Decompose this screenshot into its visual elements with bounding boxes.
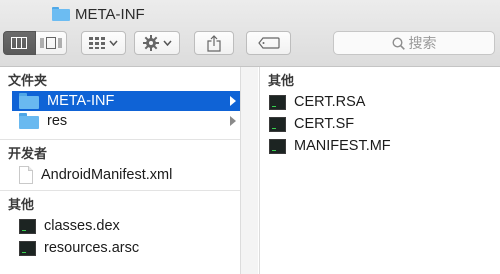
list-item-file[interactable]: classes.dex [0, 215, 240, 237]
item-label: CERT.SF [294, 116, 355, 132]
document-icon [19, 166, 33, 184]
view-mode-control [3, 31, 67, 55]
section-header-other: 其他 [268, 72, 295, 88]
chevron-down-icon [109, 40, 118, 46]
search-placeholder: 搜索 [408, 35, 437, 51]
chevron-down-icon [162, 40, 172, 46]
item-label: res [47, 113, 68, 129]
list-item-folder[interactable]: META-INF [12, 91, 240, 111]
item-label: resources.arsc [44, 240, 140, 256]
columns-view-icon [11, 37, 28, 49]
list-item-file[interactable]: CERT.SF [260, 113, 500, 135]
folder-icon [19, 93, 39, 109]
column-2[interactable]: 其他 CERT.RSA CERT.SF MANIFEST.MF [259, 67, 500, 274]
gear-icon [142, 35, 159, 51]
folder-icon [52, 7, 70, 21]
tag-icon [257, 37, 280, 49]
folder-icon [19, 113, 39, 129]
arrange-button[interactable] [81, 31, 126, 55]
item-label: classes.dex [44, 218, 120, 234]
list-item-folder[interactable]: res [0, 111, 240, 131]
columns-view-button[interactable] [3, 31, 36, 55]
item-label: CERT.RSA [294, 94, 366, 110]
toolbar: META-INF 搜索 [0, 0, 500, 67]
column-divider[interactable] [241, 67, 258, 274]
section-header-developer: 开发者 [0, 139, 240, 164]
section-header-folders: 文件夹 [8, 72, 48, 88]
window-title: META-INF [52, 4, 145, 24]
item-label: AndroidManifest.xml [41, 167, 173, 183]
executable-icon [19, 218, 36, 234]
item-label: MANIFEST.MF [294, 138, 391, 154]
executable-icon [19, 240, 36, 256]
item-label: META-INF [47, 93, 115, 109]
coverflow-view-button[interactable] [35, 31, 67, 55]
column-1[interactable]: 文件夹 META-INF res 开发者 AndroidManifest.xml… [0, 67, 241, 274]
action-button[interactable] [134, 31, 180, 55]
disclosure-arrow-icon [230, 96, 236, 106]
section-header-other: 其他 [0, 190, 240, 215]
share-button[interactable] [194, 31, 234, 55]
coverflow-view-icon [40, 37, 62, 49]
grid-arrange-icon [89, 37, 105, 49]
executable-icon [269, 138, 286, 154]
list-item-file[interactable]: AndroidManifest.xml [0, 164, 240, 186]
tag-button[interactable] [246, 31, 291, 55]
list-item-file[interactable]: CERT.RSA [260, 91, 500, 113]
disclosure-arrow-icon [230, 116, 236, 126]
window-title-label: META-INF [75, 5, 145, 23]
search-field[interactable]: 搜索 [333, 31, 495, 55]
executable-icon [269, 94, 286, 110]
executable-icon [269, 116, 286, 132]
list-item-file[interactable]: resources.arsc [0, 237, 240, 259]
search-icon [391, 36, 405, 50]
share-icon [207, 34, 221, 52]
list-item-file[interactable]: MANIFEST.MF [260, 135, 500, 157]
